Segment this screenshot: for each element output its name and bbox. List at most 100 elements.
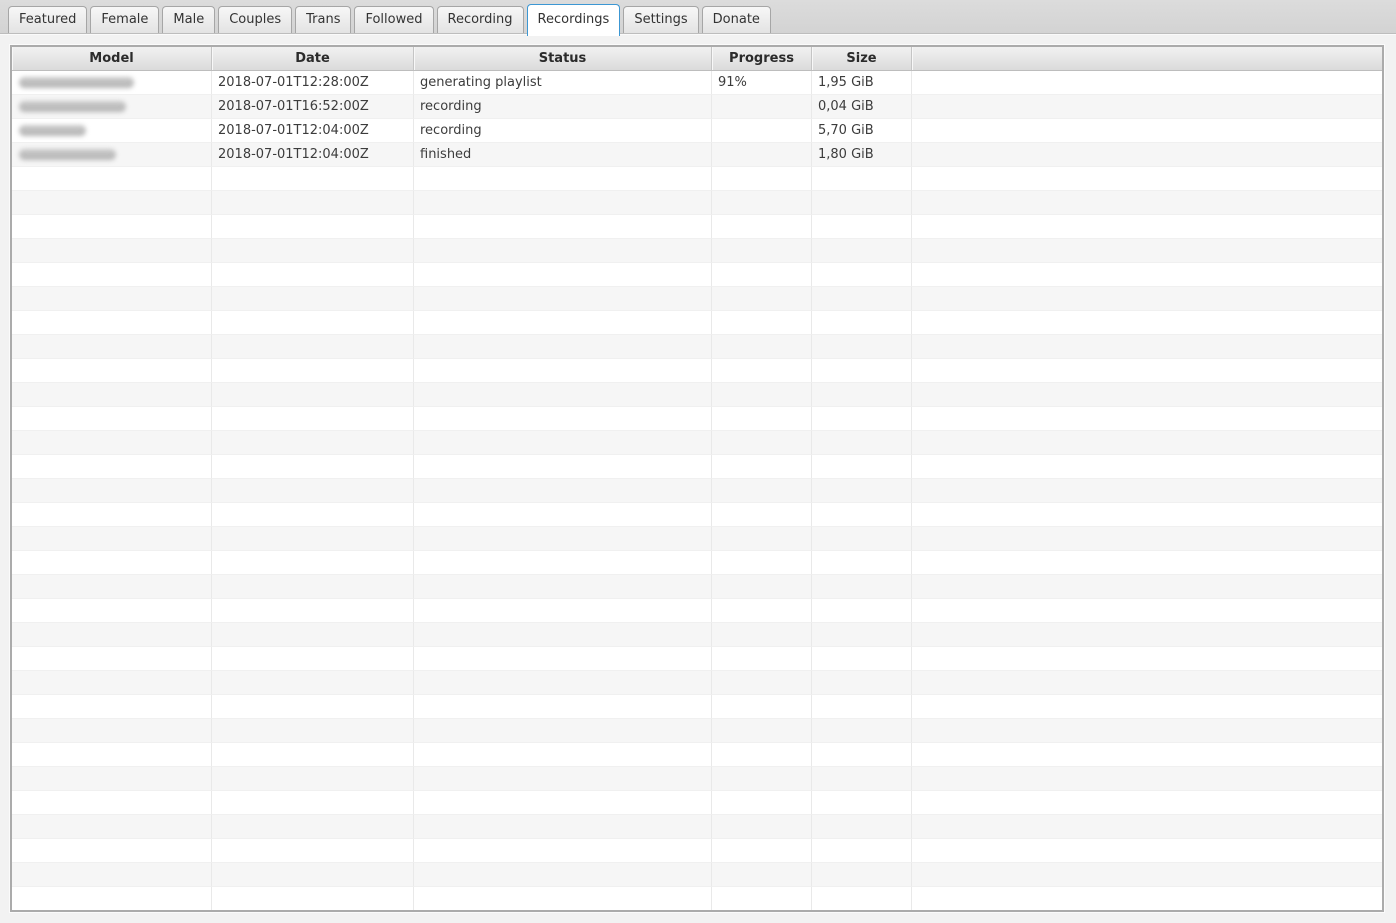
cell-filler (912, 359, 1382, 383)
cell-model (12, 335, 212, 359)
cell-size (812, 839, 912, 863)
tab-female[interactable]: Female (90, 6, 159, 33)
cell-progress (712, 671, 812, 695)
cell-filler (912, 215, 1382, 239)
cell-model (12, 263, 212, 287)
cell-status (414, 623, 712, 647)
cell-filler (912, 671, 1382, 695)
table-row[interactable]: 2018-07-01T12:28:00Zgenerating playlist9… (12, 71, 1382, 95)
cell-status (414, 335, 712, 359)
empty-row (12, 479, 1382, 503)
cell-size (812, 455, 912, 479)
tab-couples[interactable]: Couples (218, 6, 292, 33)
empty-row (12, 863, 1382, 887)
cell-filler (912, 431, 1382, 455)
table-row[interactable]: 2018-07-01T12:04:00Zrecording5,70 GiB (12, 119, 1382, 143)
cell-size (812, 671, 912, 695)
cell-size (812, 527, 912, 551)
cell-status (414, 263, 712, 287)
cell-status: generating playlist (414, 71, 712, 95)
tab-donate[interactable]: Donate (702, 6, 771, 33)
header-cell-date[interactable]: Date (212, 47, 414, 70)
cell-progress (712, 791, 812, 815)
cell-size (812, 383, 912, 407)
cell-date (212, 815, 414, 839)
cell-status (414, 791, 712, 815)
cell-status (414, 383, 712, 407)
cell-progress (712, 215, 812, 239)
cell-progress (712, 887, 812, 911)
table-row[interactable]: 2018-07-01T12:04:00Zfinished1,80 GiB (12, 143, 1382, 167)
cell-progress (712, 407, 812, 431)
cell-status (414, 431, 712, 455)
tab-featured[interactable]: Featured (8, 6, 87, 33)
tab-recordings[interactable]: Recordings (527, 4, 621, 36)
cell-date (212, 551, 414, 575)
empty-row (12, 647, 1382, 671)
cell-size (812, 407, 912, 431)
tab-trans[interactable]: Trans (295, 6, 351, 33)
empty-row (12, 239, 1382, 263)
cell-date (212, 671, 414, 695)
cell-progress (712, 623, 812, 647)
cell-status: finished (414, 143, 712, 167)
cell-filler (912, 167, 1382, 191)
cell-model (12, 215, 212, 239)
cell-size (812, 191, 912, 215)
cell-date (212, 383, 414, 407)
cell-size (812, 239, 912, 263)
cell-date: 2018-07-01T12:04:00Z (212, 143, 414, 167)
cell-progress (712, 863, 812, 887)
cell-filler (912, 311, 1382, 335)
cell-filler (912, 119, 1382, 143)
cell-model (12, 599, 212, 623)
cell-status (414, 287, 712, 311)
recordings-table: ModelDateStatusProgressSize 2018-07-01T1… (10, 45, 1384, 912)
cell-size (812, 767, 912, 791)
cell-model (12, 479, 212, 503)
tab-recording[interactable]: Recording (437, 6, 524, 33)
header-cell-model[interactable]: Model (12, 47, 212, 70)
cell-model (12, 455, 212, 479)
cell-filler (912, 95, 1382, 119)
cell-status (414, 767, 712, 791)
cell-date (212, 215, 414, 239)
tab-followed[interactable]: Followed (354, 6, 433, 33)
cell-progress (712, 143, 812, 167)
cell-size (812, 863, 912, 887)
cell-status (414, 503, 712, 527)
cell-size (812, 791, 912, 815)
cell-progress: 91% (712, 71, 812, 95)
cell-model (12, 95, 212, 119)
cell-status: recording (414, 119, 712, 143)
header-cell-size[interactable]: Size (812, 47, 912, 70)
cell-size (812, 719, 912, 743)
cell-size: 0,04 GiB (812, 95, 912, 119)
header-cell-progress[interactable]: Progress (712, 47, 812, 70)
cell-model (12, 575, 212, 599)
cell-date (212, 503, 414, 527)
cell-size (812, 335, 912, 359)
cell-model (12, 71, 212, 95)
cell-model (12, 743, 212, 767)
tab-male[interactable]: Male (162, 6, 215, 33)
cell-date (212, 791, 414, 815)
table-row[interactable]: 2018-07-01T16:52:00Zrecording0,04 GiB (12, 95, 1382, 119)
cell-size (812, 551, 912, 575)
cell-filler (912, 695, 1382, 719)
cell-progress (712, 695, 812, 719)
cell-status (414, 455, 712, 479)
cell-progress (712, 767, 812, 791)
cell-filler (912, 743, 1382, 767)
cell-progress (712, 263, 812, 287)
cell-filler (912, 575, 1382, 599)
cell-status (414, 215, 712, 239)
empty-row (12, 743, 1382, 767)
cell-date (212, 479, 414, 503)
cell-progress (712, 647, 812, 671)
header-cell-status[interactable]: Status (414, 47, 712, 70)
cell-progress (712, 839, 812, 863)
tab-settings[interactable]: Settings (623, 6, 698, 33)
cell-progress (712, 383, 812, 407)
cell-model (12, 503, 212, 527)
